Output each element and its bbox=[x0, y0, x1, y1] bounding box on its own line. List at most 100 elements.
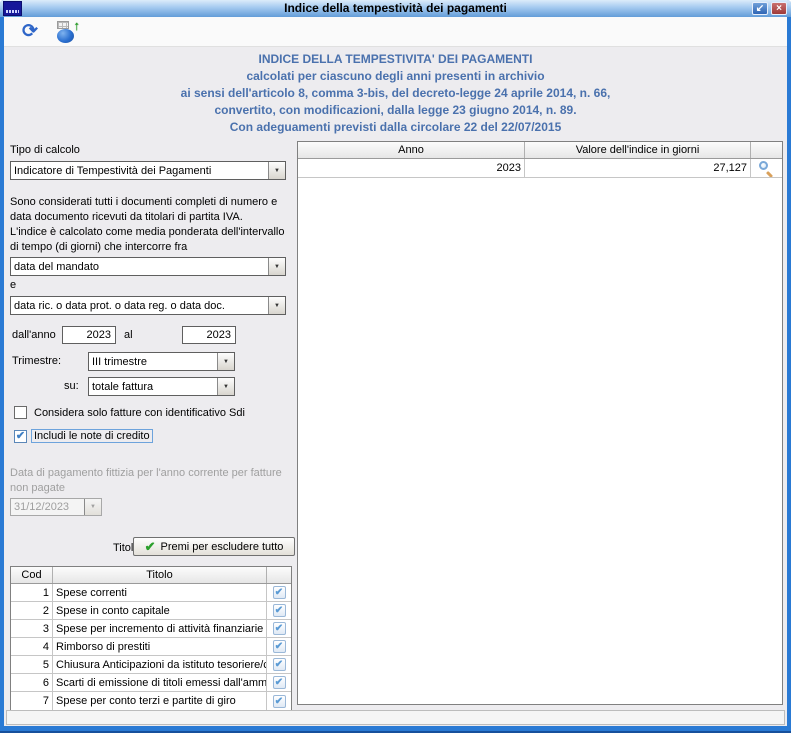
titolo-cell: Spese correnti bbox=[53, 584, 267, 601]
titolo-cell: Spese per conto terzi e partite di giro bbox=[53, 692, 267, 710]
row-checkbox[interactable]: ✔ bbox=[272, 658, 286, 671]
sdi-only-checkbox[interactable] bbox=[14, 406, 27, 419]
sdi-only-label: Considera solo fatture con identificativ… bbox=[34, 407, 245, 419]
header-line-1: INDICE DELLA TEMPESTIVITA' DEI PAGAMENTI bbox=[258, 52, 533, 66]
window-title: Indice della tempestività dei pagamenti bbox=[284, 1, 507, 15]
col-header-valore: Valore dell'indice in giorni bbox=[525, 142, 751, 158]
chevron-down-icon[interactable]: ▼ bbox=[217, 378, 234, 395]
date-to-select[interactable]: data ric. o data prot. o data reg. o dat… bbox=[10, 296, 286, 315]
magnifier-icon[interactable] bbox=[759, 160, 774, 177]
export-arrow-icon: ↑ bbox=[73, 18, 81, 33]
table-row: 5 Chiusura Anticipazioni da istituto tes… bbox=[11, 656, 291, 674]
refresh-button[interactable]: ⟳ bbox=[18, 20, 42, 44]
check-icon: ✔ bbox=[15, 430, 26, 442]
titolo-cell: Spese in conto capitale bbox=[53, 602, 267, 619]
and-label: e bbox=[10, 279, 17, 291]
chevron-down-icon: ▼ bbox=[84, 499, 101, 515]
tipo-di-calcolo-label: Tipo di calcolo bbox=[10, 144, 80, 156]
results-table: Anno Valore dell'indice in giorni 2023 2… bbox=[297, 141, 783, 705]
page-header: INDICE DELLA TEMPESTIVITA' DEI PAGAMENTI… bbox=[4, 51, 787, 136]
date-to-value: data ric. o data prot. o data reg. o dat… bbox=[14, 299, 225, 312]
cod-cell: 7 bbox=[11, 692, 53, 710]
col-header-anno: Anno bbox=[298, 142, 525, 158]
export-grid-icon bbox=[57, 21, 69, 29]
row-checkbox[interactable]: ✔ bbox=[272, 694, 286, 708]
header-line-4: convertito, con modificazioni, dalla leg… bbox=[214, 103, 577, 117]
toolbar: ⟳ ↑ bbox=[4, 17, 787, 47]
cod-cell: 2 bbox=[11, 602, 53, 619]
results-table-header: Anno Valore dell'indice in giorni bbox=[298, 142, 782, 159]
close-window-button[interactable]: × bbox=[771, 2, 787, 15]
year-from-input[interactable] bbox=[62, 326, 116, 344]
table-row: 3 Spese per incremento di attività finan… bbox=[11, 620, 291, 638]
row-checkbox[interactable]: ✔ bbox=[272, 640, 286, 653]
su-select[interactable]: totale fattura ▼ bbox=[88, 377, 235, 396]
year-to-label: al bbox=[124, 329, 133, 341]
cod-cell: 1 bbox=[11, 584, 53, 601]
fictitious-date-label: Data di pagamento fittizia per l'anno co… bbox=[10, 467, 282, 494]
exclude-all-button[interactable]: ✔ Premi per escludere tutto bbox=[133, 537, 295, 556]
titolo-cell: Chiusura Anticipazioni da istituto tesor… bbox=[53, 656, 267, 673]
tipo-di-calcolo-value: Indicatore di Tempestività dei Pagamenti bbox=[14, 164, 212, 177]
year-to-input[interactable] bbox=[182, 326, 236, 344]
anno-cell: 2023 bbox=[298, 159, 525, 177]
trimestre-value: III trimestre bbox=[92, 355, 148, 368]
status-bar bbox=[6, 710, 785, 725]
titolo-cell: Rimborso di prestiti bbox=[53, 638, 267, 655]
results-row: 2023 27,127 bbox=[298, 159, 782, 178]
chevron-down-icon[interactable]: ▼ bbox=[268, 258, 285, 275]
trimestre-label: Trimestre: bbox=[12, 355, 62, 367]
col-header-detail bbox=[751, 142, 782, 158]
close-icon: × bbox=[776, 2, 782, 14]
app-window: Indice della tempestività dei pagamenti … bbox=[0, 0, 791, 733]
titoli-table: Cod Titolo 1 Spese correnti ✔ 2 Spese in… bbox=[10, 566, 292, 711]
green-check-icon: ✔ bbox=[144, 538, 156, 554]
include-credit-notes-checkbox[interactable]: ✔ bbox=[14, 430, 27, 443]
restore-icon: ↙ bbox=[755, 2, 765, 14]
table-row: 2 Spese in conto capitale ✔ bbox=[11, 602, 291, 620]
tipo-di-calcolo-select[interactable]: Indicatore di Tempestività dei Pagamenti… bbox=[10, 161, 286, 180]
row-checkbox[interactable]: ✔ bbox=[272, 676, 286, 689]
cod-cell: 5 bbox=[11, 656, 53, 673]
table-row: 7 Spese per conto terzi e partite di gir… bbox=[11, 692, 291, 710]
row-checkbox[interactable]: ✔ bbox=[272, 586, 286, 599]
col-header-cod: Cod bbox=[11, 567, 53, 583]
cod-cell: 3 bbox=[11, 620, 53, 637]
table-row: 4 Rimborso di prestiti ✔ bbox=[11, 638, 291, 656]
su-label: su: bbox=[64, 380, 79, 392]
table-row: 1 Spese correnti ✔ bbox=[11, 584, 291, 602]
export-icon bbox=[57, 29, 74, 43]
table-row: 6 Scarti di emissione di titoli emessi d… bbox=[11, 674, 291, 692]
refresh-icon: ⟳ bbox=[22, 21, 38, 42]
header-line-2: calcolati per ciascuno degli anni presen… bbox=[246, 69, 545, 83]
cod-cell: 4 bbox=[11, 638, 53, 655]
titolo-cell: Spese per incremento di attività finanzi… bbox=[53, 620, 267, 637]
date-from-select[interactable]: data del mandato ▼ bbox=[10, 257, 286, 276]
restore-window-button[interactable]: ↙ bbox=[752, 2, 768, 15]
header-line-3: ai sensi dell'articolo 8, comma 3-bis, d… bbox=[180, 86, 611, 100]
titoli-table-header: Cod Titolo bbox=[11, 567, 291, 584]
fictitious-date-select: 31/12/2023 ▼ bbox=[10, 498, 102, 516]
valore-cell: 27,127 bbox=[525, 159, 751, 177]
export-button[interactable]: ↑ bbox=[56, 18, 81, 44]
exclude-all-button-label: Premi per escludere tutto bbox=[160, 540, 284, 553]
chevron-down-icon[interactable]: ▼ bbox=[268, 162, 285, 179]
cod-cell: 6 bbox=[11, 674, 53, 691]
calculation-description: Sono considerati tutti i documenti compl… bbox=[10, 196, 285, 253]
col-header-titolo: Titolo bbox=[53, 567, 267, 583]
client-area: ⟳ ↑ INDICE DELLA TEMPESTIVITA' DEI PAGAM… bbox=[4, 17, 787, 726]
col-header-check bbox=[267, 567, 291, 583]
year-from-label: dall'anno bbox=[12, 329, 56, 341]
date-from-value: data del mandato bbox=[14, 260, 100, 273]
header-line-5: Con adeguamenti previsti dalla circolare… bbox=[229, 120, 562, 134]
row-checkbox[interactable]: ✔ bbox=[272, 604, 286, 617]
row-checkbox[interactable]: ✔ bbox=[272, 622, 286, 635]
su-value: totale fattura bbox=[92, 380, 154, 393]
include-credit-notes-label: Includi le note di credito bbox=[31, 429, 153, 443]
title-bar: Indice della tempestività dei pagamenti … bbox=[0, 0, 791, 17]
fictitious-date-value: 31/12/2023 bbox=[14, 501, 70, 513]
chevron-down-icon[interactable]: ▼ bbox=[217, 353, 234, 370]
titolo-cell: Scarti di emissione di titoli emessi dal… bbox=[53, 674, 267, 691]
chevron-down-icon[interactable]: ▼ bbox=[268, 297, 285, 314]
trimestre-select[interactable]: III trimestre ▼ bbox=[88, 352, 235, 371]
